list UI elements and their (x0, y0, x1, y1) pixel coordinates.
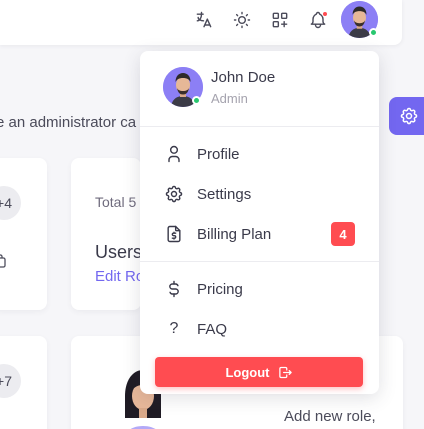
logout-icon (278, 365, 293, 380)
avatar-count-chip: +4 (0, 186, 21, 220)
grid-plus-icon[interactable] (268, 8, 292, 32)
menu-divider (140, 261, 379, 262)
customizer-toggle[interactable] (389, 97, 424, 135)
avatar-count-chip: +7 (0, 364, 21, 398)
user-dropdown-menu: John Doe Admin Profile Settings Billing … (140, 51, 379, 394)
edit-role-link[interactable]: Edit Ro (95, 268, 144, 285)
menu-item-label: FAQ (197, 320, 228, 338)
role-card-users: Total 5 Users Edit Ro (71, 158, 144, 310)
page-subtitle: e an administrator ca (0, 114, 137, 131)
logout-button[interactable]: Logout (155, 357, 363, 387)
menu-item-label: Pricing (197, 280, 243, 298)
menu-item-profile[interactable]: Profile (140, 136, 379, 172)
gear-icon (399, 106, 419, 126)
role-card-left-2: +7 (0, 336, 47, 429)
billing-badge: 4 (331, 222, 355, 246)
file-dollar-icon (164, 224, 184, 244)
question-icon: ? (169, 320, 179, 337)
user-icon (164, 144, 184, 164)
settings-icon (164, 184, 184, 204)
menu-item-pricing[interactable]: Pricing (140, 271, 379, 307)
top-navbar (0, 0, 402, 45)
user-role: Admin (211, 91, 248, 106)
translate-icon[interactable] (192, 8, 216, 32)
menu-item-label: Settings (197, 185, 252, 203)
menu-item-billing-plan[interactable]: Billing Plan 4 (140, 216, 379, 252)
bell-icon[interactable] (306, 8, 330, 32)
menu-divider (140, 126, 379, 127)
add-role-text: Add new role, (284, 408, 376, 425)
role-title: Users (95, 242, 143, 262)
total-users-text: Total 5 (95, 194, 137, 210)
menu-item-label: Billing Plan (197, 225, 272, 243)
role-card-left-1: +4 (0, 158, 47, 310)
online-status-dot (369, 28, 378, 37)
menu-item-settings[interactable]: Settings (140, 176, 379, 212)
menu-online-status-dot (192, 96, 201, 105)
user-name: John Doe (211, 69, 276, 86)
menu-item-faq[interactable]: ? FAQ (140, 311, 379, 347)
logout-label: Logout (225, 364, 270, 380)
copy-icon[interactable] (0, 252, 8, 270)
sun-icon[interactable] (230, 8, 254, 32)
menu-item-label: Profile (197, 145, 240, 163)
dollar-icon (164, 279, 184, 299)
notification-dot (322, 11, 328, 17)
